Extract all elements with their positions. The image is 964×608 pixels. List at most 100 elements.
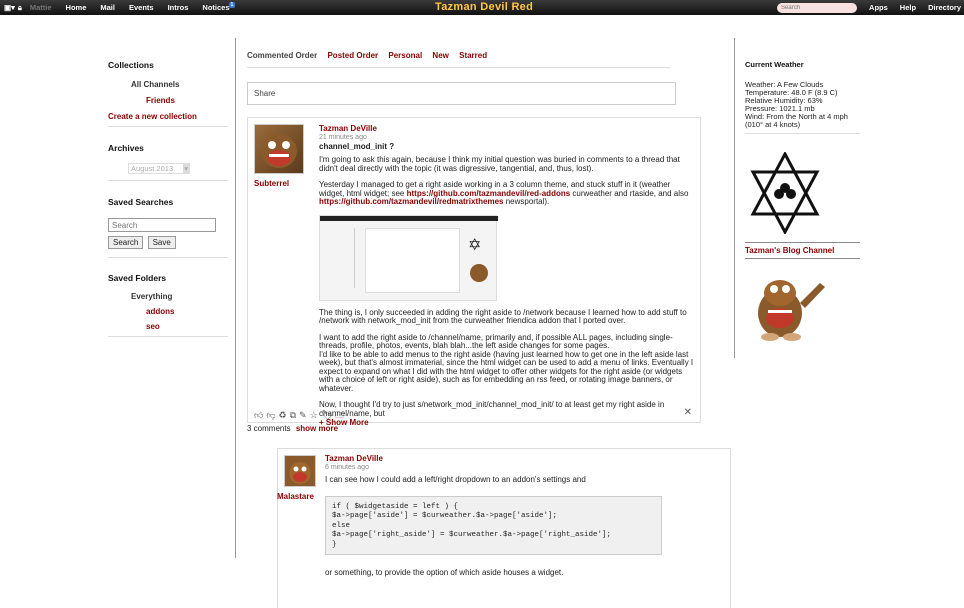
archive-select-value: August 2013: [131, 164, 174, 173]
nav-intros[interactable]: Intros: [168, 3, 189, 12]
tab-starred[interactable]: Starred: [459, 51, 487, 60]
star-icon[interactable]: ☆: [310, 410, 321, 420]
comment-author[interactable]: Tazman DeVille: [325, 454, 383, 463]
tab-personal[interactable]: Personal: [388, 51, 422, 60]
folder-addons[interactable]: addons: [146, 307, 228, 316]
taz-image: [758, 280, 825, 341]
left-sidebar: Collections All Channels Friends Create …: [108, 60, 228, 337]
nav-directory[interactable]: Directory: [928, 3, 961, 12]
site-name[interactable]: Tazman Devil Red: [435, 1, 533, 13]
avatar[interactable]: [284, 455, 316, 487]
divider: [745, 242, 860, 243]
post-paragraph: Now, I thought I'd try to just s/network…: [319, 400, 665, 418]
tab-starred-label: Starred: [459, 51, 488, 60]
saved-folders-title: Saved Folders: [108, 273, 167, 283]
folder-everything[interactable]: Everything: [131, 292, 228, 301]
screenshot-taz: [470, 263, 488, 282]
comment-time: 6 minutes ago: [325, 464, 369, 471]
taz-avatar-image: [261, 134, 297, 168]
post-paragraph: I'm going to ask this again, because I t…: [319, 155, 680, 173]
avatar-caption[interactable]: Subterrel: [254, 179, 289, 188]
folder-icon[interactable]: 🗀: [335, 410, 347, 420]
unicursal-hexagram-icon: [750, 150, 820, 236]
code-line: if ( $widgetaside = left ) {: [332, 502, 459, 511]
share-box[interactable]: Share: [247, 82, 676, 105]
divider: [745, 258, 860, 259]
collections-title: Collections: [108, 60, 154, 70]
post-actions: 👍︎👎︎♻⧉✎☆🏷︎🗀: [254, 408, 347, 424]
friends-link[interactable]: Friends: [146, 96, 228, 105]
like-icon[interactable]: 👍︎: [254, 410, 266, 420]
avatar-menu-icon[interactable]: ▣▾: [4, 3, 15, 12]
nav-apps[interactable]: Apps: [869, 3, 888, 12]
tab-posted-order-label: Posted Order: [327, 51, 379, 60]
create-collection-link[interactable]: Create a new collection: [108, 112, 228, 121]
comment-text: I can see how I could add a left/right d…: [325, 475, 586, 484]
post-link[interactable]: https://github.com/tazmandevil/redmatrix…: [319, 197, 503, 206]
saved-search-button[interactable]: Search: [108, 236, 144, 249]
tab-new-label: New: [432, 51, 449, 60]
tab-posted-order[interactable]: Posted Order: [327, 51, 378, 60]
top-navbar: ▣▾ 🔒︎ Mattie Home Mail Events Intros Not…: [0, 0, 964, 15]
post-paragraph: I want to add the right aside to /channe…: [319, 332, 673, 350]
top-search-input[interactable]: [777, 2, 858, 13]
post-item: Subterrel Tazman DeVille 21 minutes ago …: [247, 117, 701, 427]
embedded-screenshot[interactable]: ✡: [319, 214, 498, 301]
tag-icon[interactable]: 🏷︎: [321, 410, 335, 420]
all-channels-link[interactable]: All Channels: [131, 80, 228, 89]
edit-icon[interactable]: ✎: [299, 410, 310, 420]
screenshot-hexagram-icon: ✡: [468, 236, 482, 254]
post-text: curweather and rtaside, and also: [570, 188, 689, 198]
share-placeholder: Share: [254, 89, 276, 98]
avatar[interactable]: [254, 124, 304, 174]
code-line: }: [332, 540, 337, 549]
code-block: if ( $widgetaside = left ) { $a->page['a…: [325, 495, 662, 555]
saved-search-input[interactable]: [108, 218, 216, 232]
nav-events[interactable]: Events: [129, 3, 154, 12]
tab-new[interactable]: New: [432, 51, 448, 60]
tab-commented-order[interactable]: Commented Order: [247, 51, 317, 60]
weather-widget: Weather: A Few Clouds Temperature: 48.0 …: [745, 81, 860, 129]
archive-select[interactable]: August 2013 ▾: [128, 163, 190, 174]
post-paragraph: I'd like to be able to add menus to the …: [319, 349, 694, 393]
divider: [108, 180, 228, 181]
post-title[interactable]: channel_mod_init ?: [319, 142, 696, 151]
notice-count-badge: 1: [228, 2, 236, 8]
divider: [108, 257, 228, 258]
folder-seo[interactable]: seo: [146, 322, 228, 331]
nav-user[interactable]: Mattie: [30, 3, 52, 12]
share-icon[interactable]: ⧉: [290, 410, 299, 420]
code-line: $a->page['right_aside'] = $curweather.$a…: [332, 531, 612, 539]
save-search-button[interactable]: Save: [147, 236, 176, 249]
code-line: else: [332, 521, 351, 530]
dislike-icon[interactable]: 👎︎: [266, 410, 278, 420]
post-author[interactable]: Tazman DeVille: [319, 124, 377, 133]
archives-title: Archives: [108, 143, 144, 153]
lock-icon[interactable]: 🔒︎: [18, 3, 22, 13]
screenshot-topbar: [320, 215, 498, 221]
saved-searches-title: Saved Searches: [108, 197, 174, 207]
folder-seo-label: seo: [146, 322, 160, 331]
comment-avatar-caption[interactable]: Malastare: [277, 492, 314, 501]
friends-label: Friends: [146, 96, 175, 105]
divider: [247, 67, 670, 68]
post-paragraph: Yesterday I managed to get a right aside…: [319, 180, 696, 207]
screenshot-left: [325, 227, 355, 288]
nav-home[interactable]: Home: [66, 3, 87, 12]
folder-addons-label: addons: [146, 307, 175, 316]
tab-personal-label: Personal: [388, 51, 423, 60]
close-icon[interactable]: ✕: [684, 407, 692, 418]
nav-notices-label: Notices: [202, 3, 230, 12]
weather-title: Current Weather: [745, 60, 804, 69]
screenshot-center: [365, 227, 460, 293]
blog-channel-link[interactable]: Tazman's Blog Channel: [745, 246, 860, 255]
divider: [108, 336, 228, 337]
repeat-icon[interactable]: ♻: [279, 410, 290, 420]
right-sidebar: Current Weather Weather: A Few Clouds Te…: [745, 60, 860, 345]
nav-help[interactable]: Help: [900, 3, 916, 12]
comment-item: Malastare Tazman DeVille 6 minutes ago I…: [277, 448, 731, 608]
nav-mail[interactable]: Mail: [100, 3, 115, 12]
post-text: newsportal).: [503, 197, 550, 206]
order-tabs: Commented Order Posted Order Personal Ne…: [247, 51, 707, 60]
nav-notices[interactable]: Notices1: [202, 2, 249, 12]
